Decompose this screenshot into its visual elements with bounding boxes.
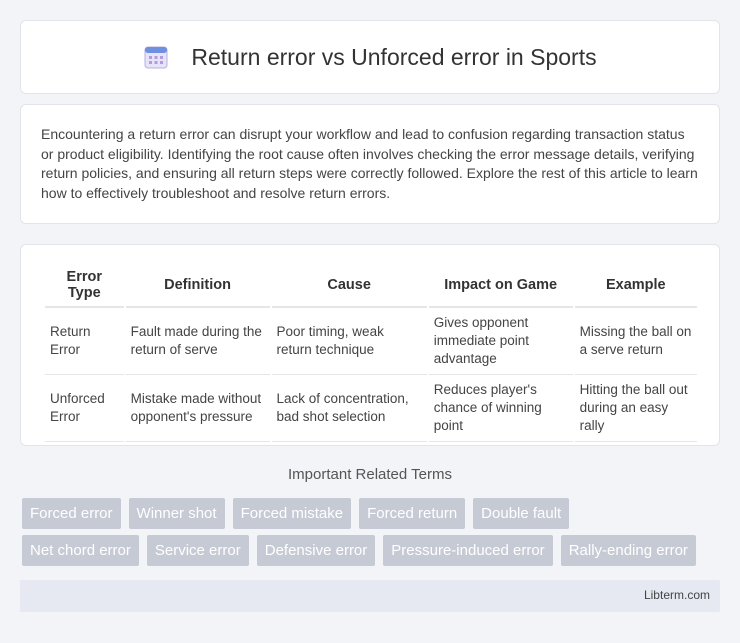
footer-site-link[interactable]: Libterm.com (644, 588, 710, 602)
table-cell: Mistake made without opponent's pressure (125, 375, 270, 442)
title-card: Return error vs Unforced error in Sports (20, 20, 720, 94)
related-term-tag[interactable]: Forced return (359, 498, 466, 529)
related-term-tag[interactable]: Net chord error (22, 535, 139, 566)
related-terms-row: Forced error Winner shot Forced mistake … (22, 498, 722, 529)
related-term-tag[interactable]: Service error (146, 535, 249, 566)
table-cell: Missing the ball on a serve return (574, 308, 697, 375)
comparison-table: Error Type Definition Cause Impact on Ga… (43, 263, 699, 442)
related-term-tag[interactable]: Pressure-induced error (383, 535, 553, 566)
related-term-tag[interactable]: Defensive error (256, 535, 376, 566)
table-card: Error Type Definition Cause Impact on Ga… (20, 244, 720, 446)
calendar-icon (144, 46, 168, 69)
related-term-tag[interactable]: Winner shot (128, 498, 225, 529)
intro-card: Encountering a return error can disrupt … (20, 104, 720, 224)
column-header: Definition (125, 263, 270, 308)
related-terms-title: Important Related Terms (288, 466, 452, 483)
related-term-tag[interactable]: Rally-ending error (560, 535, 696, 566)
intro-paragraph: Encountering a return error can disrupt … (41, 126, 698, 201)
table-row: Unforced Error Mistake made without oppo… (45, 375, 697, 442)
table-cell: Hitting the ball out during an easy rall… (574, 375, 697, 442)
column-header: Example (574, 263, 697, 308)
column-header: Cause (271, 263, 427, 308)
table-row: Return Error Fault made during the retur… (45, 308, 697, 375)
page-title: Return error vs Unforced error in Sports (191, 43, 597, 70)
related-term-tag[interactable]: Forced error (22, 498, 121, 529)
table-cell: Reduces player's chance of winning point (428, 375, 573, 442)
table-cell: Gives opponent immediate point advantage (428, 308, 573, 375)
footer: Libterm.com (20, 580, 720, 612)
related-term-tag[interactable]: Forced mistake (232, 498, 352, 529)
table-cell: Fault made during the return of serve (125, 308, 270, 375)
column-header: Error Type (45, 263, 124, 308)
related-terms-row: Net chord error Service error Defensive … (22, 535, 722, 566)
column-header: Impact on Game (428, 263, 573, 308)
table-cell: Unforced Error (45, 375, 124, 442)
table-cell: Lack of concentration, bad shot selectio… (271, 375, 427, 442)
table-cell: Poor timing, weak return technique (271, 308, 427, 375)
table-cell: Return Error (45, 308, 124, 375)
related-term-tag[interactable]: Double fault (473, 498, 570, 529)
table-header-row: Error Type Definition Cause Impact on Ga… (45, 263, 697, 308)
